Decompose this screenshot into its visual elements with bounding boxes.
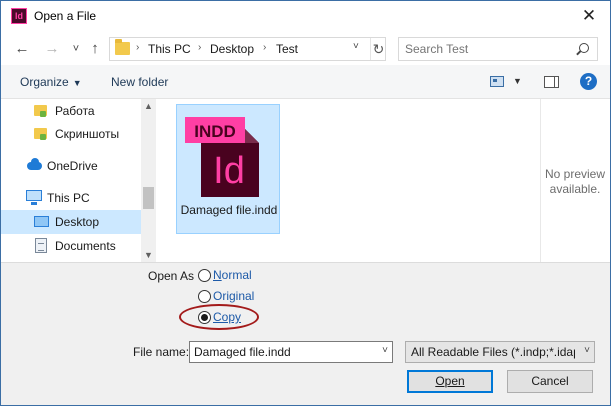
chevron-down-icon[interactable]: ˅: [382, 345, 388, 356]
file-name-combobox[interactable]: ˅: [189, 341, 393, 363]
search-icon[interactable]: [579, 43, 589, 53]
preview-pane: No preview available.: [540, 99, 610, 262]
sidebar-item-onedrive[interactable]: OneDrive: [1, 154, 141, 178]
title-bar: Id Open a File ✕: [1, 1, 610, 32]
sidebar-item-desktop[interactable]: Desktop: [1, 210, 141, 234]
change-view-icon[interactable]: [490, 76, 504, 87]
scroll-down-icon[interactable]: ▼: [144, 250, 153, 260]
open-button[interactable]: Open: [407, 370, 493, 393]
file-name-label: Damaged file.indd: [180, 203, 278, 217]
address-bar[interactable]: › This PC › Desktop › Test ˅ ↻: [109, 37, 386, 61]
window-title: Open a File: [34, 9, 97, 23]
organize-label: Organize: [20, 75, 69, 89]
file-list: INDD Id Damaged file.indd: [156, 99, 540, 262]
up-arrow-icon[interactable]: ↑: [86, 40, 104, 58]
breadcrumb-test[interactable]: Test: [276, 42, 298, 56]
breadcrumb-desktop[interactable]: Desktop: [210, 42, 254, 56]
this-pc-icon: [26, 190, 42, 205]
breadcrumb-separator-icon[interactable]: ›: [263, 42, 266, 53]
sidebar-item-documents[interactable]: Documents: [1, 234, 141, 258]
accel-letter-n: N: [213, 268, 222, 282]
folder-icon: [115, 39, 130, 55]
preview-pane-toggle-icon[interactable]: [544, 76, 559, 88]
file-name-input[interactable]: [194, 344, 369, 360]
breadcrumb-separator-icon[interactable]: ›: [198, 42, 201, 53]
breadcrumb-separator-icon: ›: [136, 42, 140, 53]
file-type-select[interactable]: All Readable Files (*.indp;*.idap ˅: [405, 341, 595, 363]
close-icon[interactable]: ✕: [578, 5, 600, 27]
no-preview-text: No preview available.: [544, 167, 606, 196]
sidebar-item-label: This PC: [47, 191, 90, 205]
file-name-label: File name:: [133, 345, 190, 359]
radio-label-rest: ormal: [221, 268, 252, 282]
sidebar-item-rabota[interactable]: Работа: [1, 99, 141, 123]
radio-label-original[interactable]: Original: [213, 289, 254, 303]
view-options-caret-icon[interactable]: ▼: [513, 76, 522, 86]
navigation-pane: Работа Скриншоты OneDrive This PC Deskto…: [1, 99, 156, 262]
open-button-label: Open: [435, 374, 465, 388]
file-badge-text: INDD: [194, 122, 236, 141]
search-input[interactable]: [405, 41, 565, 57]
indesign-app-icon: Id: [11, 8, 27, 24]
navigation-bar: ← → ˅ ↑ › This PC › Desktop › Test ˅ ↻: [1, 32, 610, 65]
back-arrow-icon[interactable]: ←: [13, 40, 31, 58]
onedrive-icon: [27, 158, 42, 170]
file-item-damaged-indd[interactable]: INDD Id Damaged file.indd: [176, 104, 280, 234]
annotation-highlight-ellipse: [179, 304, 259, 330]
refresh-icon[interactable]: ↻: [370, 38, 386, 60]
search-box[interactable]: [398, 37, 598, 61]
cancel-button[interactable]: Cancel: [507, 370, 593, 393]
open-as-label: Open As: [148, 269, 195, 283]
folder-pinned-icon: [34, 105, 47, 117]
new-folder-button[interactable]: New folder: [111, 75, 168, 89]
address-dropdown-chevron-icon[interactable]: ˅: [353, 41, 359, 52]
chevron-down-icon[interactable]: ˅: [584, 345, 590, 356]
recent-locations-chevron-icon[interactable]: ˅: [67, 40, 85, 58]
sidebar-item-label: Documents: [55, 239, 116, 253]
desktop-icon: [34, 216, 49, 227]
radio-button[interactable]: [198, 290, 211, 303]
scrollbar-thumb[interactable]: [143, 187, 154, 209]
help-icon[interactable]: ?: [580, 73, 597, 90]
radio-button[interactable]: [198, 269, 211, 282]
sidebar-item-skrinshoty[interactable]: Скриншоты: [1, 122, 141, 146]
breadcrumb-this-pc[interactable]: This PC: [148, 42, 191, 56]
sidebar-item-label: Скриншоты: [55, 127, 120, 141]
folder-pinned-icon: [34, 128, 47, 140]
forward-arrow-icon[interactable]: →: [43, 40, 61, 58]
command-bar: Organize ▼ New folder ▼ ?: [1, 65, 610, 99]
sidebar-item-label: OneDrive: [47, 159, 98, 173]
sidebar-item-this-pc[interactable]: This PC: [1, 186, 141, 210]
organize-caret-icon: ▼: [72, 78, 82, 88]
radio-label-normal[interactable]: Normal: [213, 268, 252, 282]
file-type-value: All Readable Files (*.indp;*.idap: [411, 345, 575, 359]
open-options-panel: Open As Normal Original Copy File name: …: [1, 262, 610, 405]
sidebar-item-label: Desktop: [55, 215, 100, 229]
sidebar-item-label: Работа: [55, 104, 95, 118]
file-icon-text: Id: [213, 150, 245, 192]
sidebar-scrollbar[interactable]: ▲ ▼: [141, 99, 156, 262]
indesign-file-icon: INDD Id: [185, 117, 259, 197]
organize-button[interactable]: Organize ▼: [20, 75, 82, 89]
scroll-up-icon[interactable]: ▲: [144, 101, 153, 111]
open-file-dialog: Id Open a File ✕ ← → ˅ ↑ › This PC › Des…: [0, 0, 611, 406]
documents-icon: [35, 238, 47, 253]
